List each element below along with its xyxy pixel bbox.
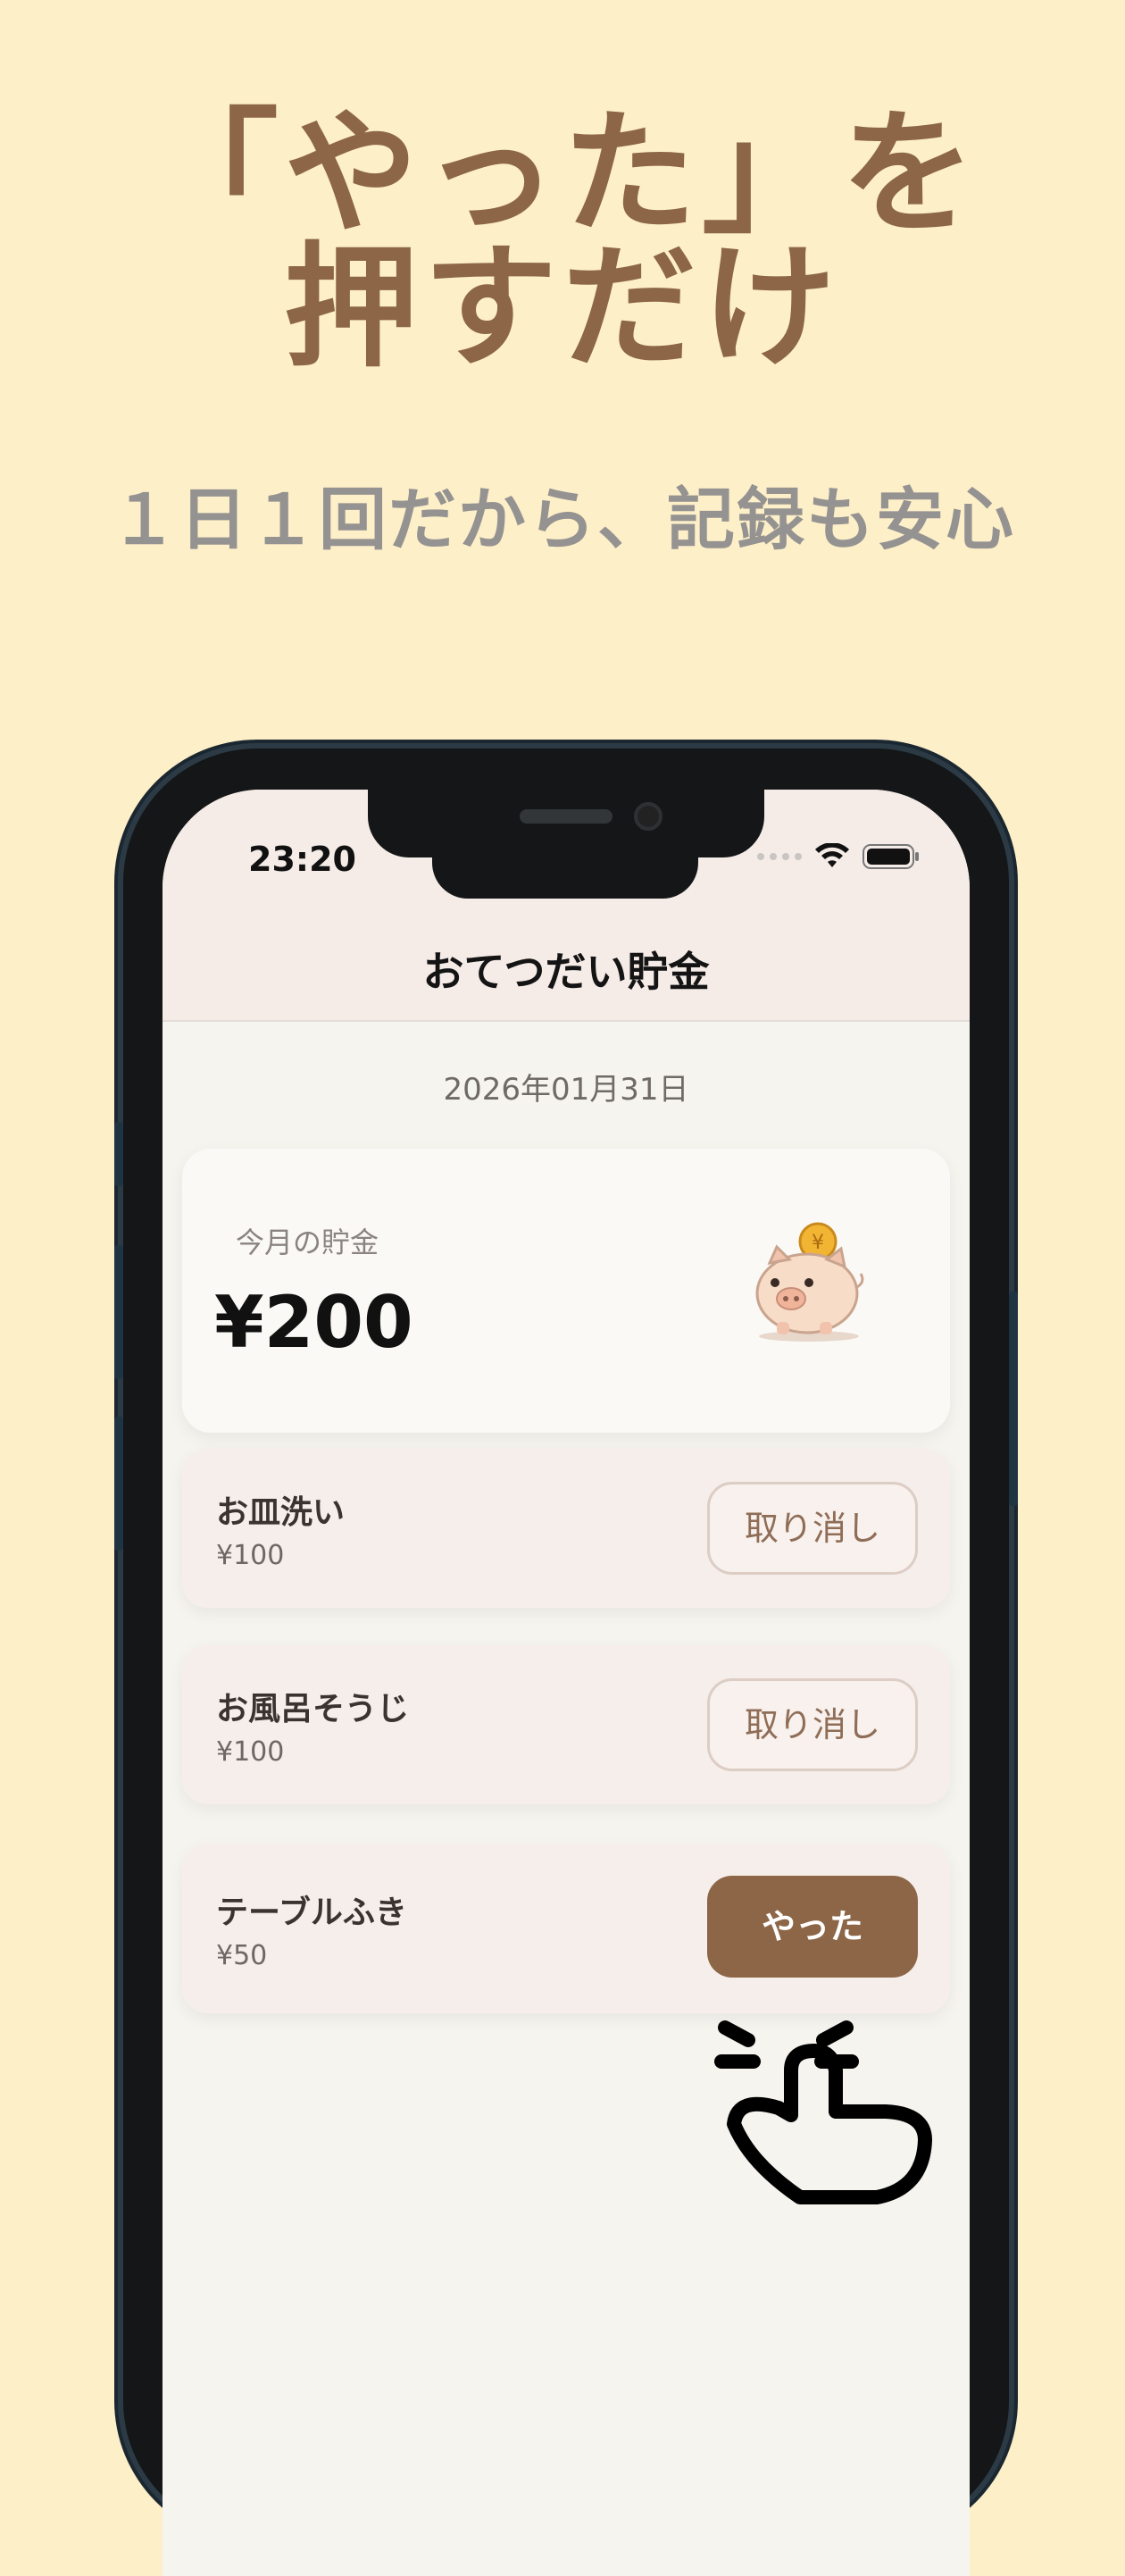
savings-amount: ¥200 — [214, 1281, 413, 1364]
undo-button[interactable]: 取り消し — [707, 1482, 918, 1575]
tap-hand-icon — [714, 2020, 932, 2204]
task-row: お風呂そうじ ¥100 取り消し — [182, 1645, 950, 1804]
task-price: ¥100 — [216, 1540, 285, 1571]
phone-frame: 23:20 おてつだい貯金 2026年01月31日 今月の貯金 ¥200 ¥ お… — [123, 749, 1009, 2576]
app-screen: 23:20 おてつだい貯金 2026年01月31日 今月の貯金 ¥200 ¥ お… — [162, 790, 970, 2576]
task-row: お皿洗い ¥100 取り消し — [182, 1449, 950, 1608]
current-date: 2026年01月31日 — [443, 1072, 689, 1108]
wifi-icon — [815, 843, 849, 867]
undo-button[interactable]: 取り消し — [707, 1678, 918, 1771]
power-button — [1009, 1292, 1018, 1506]
promo-headline: 「やった」を 押すだけ — [0, 107, 1125, 375]
speaker-grill — [520, 809, 612, 824]
svg-text:¥: ¥ — [812, 1232, 824, 1254]
status-icons — [757, 843, 920, 870]
signal-dots-icon — [757, 853, 802, 860]
notch-lower — [432, 831, 698, 899]
task-name: お皿洗い — [216, 1494, 346, 1531]
app-title: おてつだい貯金 — [422, 948, 710, 996]
savings-card: 今月の貯金 ¥200 ¥ — [182, 1149, 950, 1433]
front-camera — [634, 802, 662, 831]
volume-down-button — [114, 1417, 123, 1551]
task-price: ¥50 — [216, 1940, 268, 1971]
piggy-bank-icon: ¥ — [755, 1222, 864, 1342]
mute-switch — [114, 1122, 123, 1186]
task-name: テーブルふき — [216, 1894, 407, 1931]
savings-label: 今月の貯金 — [236, 1225, 379, 1259]
battery-icon — [862, 844, 919, 869]
headline-line-1: 「やった」を — [144, 96, 980, 252]
promo-subheadline: １日１回だから、記録も安心 — [110, 480, 1015, 559]
task-row: テーブルふき ¥50 やった — [182, 1844, 950, 2013]
headline-line-2: 押すだけ — [283, 230, 841, 386]
task-name: お風呂そうじ — [216, 1691, 410, 1727]
task-price: ¥100 — [216, 1736, 285, 1768]
volume-up-button — [114, 1245, 123, 1379]
status-time: 23:20 — [248, 840, 356, 879]
done-button[interactable]: やった — [707, 1876, 918, 1978]
